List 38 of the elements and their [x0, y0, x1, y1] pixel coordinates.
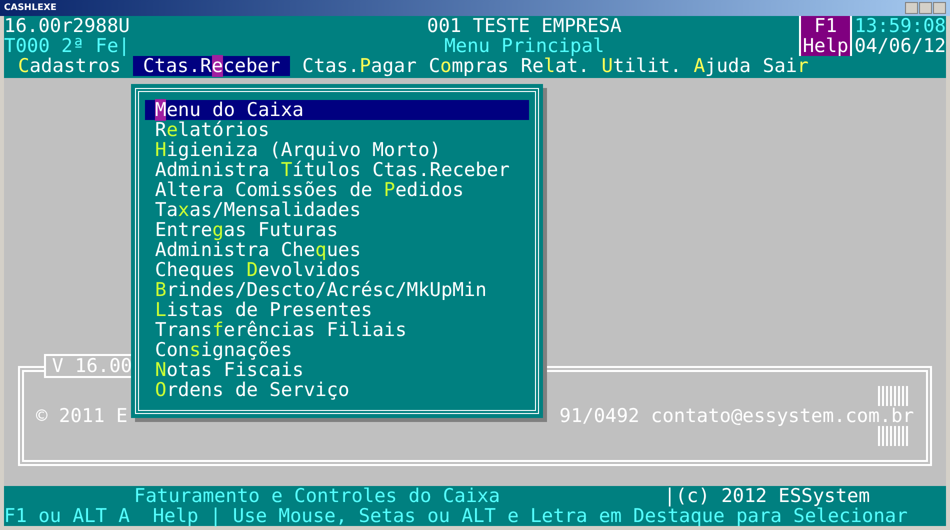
shade-pattern-icon [878, 426, 908, 446]
menu-item[interactable]: Ctas.Receber [132, 56, 290, 76]
dropdown-item[interactable]: Entregas Futuras [145, 220, 529, 240]
menu-item[interactable]: Cadastros [18, 56, 121, 76]
menu-item[interactable]: Sair [762, 56, 809, 76]
dropdown-item[interactable]: Notas Fiscais [145, 360, 529, 380]
shade-pattern-icon [878, 386, 908, 406]
help-button[interactable]: F1 Help [798, 16, 850, 56]
dropdown-item[interactable]: Brindes/Descto/Acrésc/MkUpMin [145, 280, 529, 300]
dropdown-item[interactable]: Altera Comissões de Pedidos [145, 180, 529, 200]
dropdown-item[interactable]: Menu do Caixa [145, 100, 529, 120]
dropdown-item[interactable]: Cheques Devolvidos [145, 260, 529, 280]
status-copyright: |(c) 2012 ESSystem [664, 486, 870, 506]
window-title: CASHLEXE [4, 3, 57, 13]
menu-item[interactable]: Ctas.Pagar [302, 56, 417, 76]
menu-item[interactable]: Compras [428, 56, 509, 76]
clock-text: 13:59:08 [854, 16, 946, 36]
menu-item[interactable]: Relat. [520, 56, 590, 76]
dropdown-item[interactable]: Transferências Filiais [145, 320, 529, 340]
dropdown-item[interactable]: Administra Cheques [145, 240, 529, 260]
contact-text: 91/0492 contato@essystem.com.br [559, 406, 914, 426]
menu-item[interactable]: Utilit. [601, 56, 682, 76]
dropdown-item[interactable]: Consignações [145, 340, 529, 360]
terminal-text: T000 2ª Fe| [4, 36, 130, 56]
dropdown-item[interactable]: Higieniza (Arquivo Morto) [145, 140, 529, 160]
help-hint: F1 ou ALT A Help | Use Mouse, Setas ou ALT e Letra em Destaque para Selecionar [4, 506, 909, 526]
screen-title: Menu Principal [444, 36, 604, 56]
date-text: 04/06/12 [854, 36, 946, 56]
dropdown-item[interactable]: Taxas/Mensalidades [145, 200, 529, 220]
dropdown-item[interactable]: Listas de Presentes [145, 300, 529, 320]
copyright-text: © 2011 E [36, 406, 128, 426]
version-text: 16.00r2988U [4, 16, 130, 36]
menu-item[interactable]: Ajuda [694, 56, 751, 76]
dropdown-item[interactable]: Ordens de Serviço [145, 380, 529, 400]
status-description: Faturamento e Controles do Caixa [133, 486, 502, 506]
company-name: 001 TESTE EMPRESA [427, 16, 622, 36]
dropdown-item[interactable]: Administra Títulos Ctas.Receber [145, 160, 529, 180]
dropdown-item[interactable]: Relatórios [145, 120, 529, 140]
